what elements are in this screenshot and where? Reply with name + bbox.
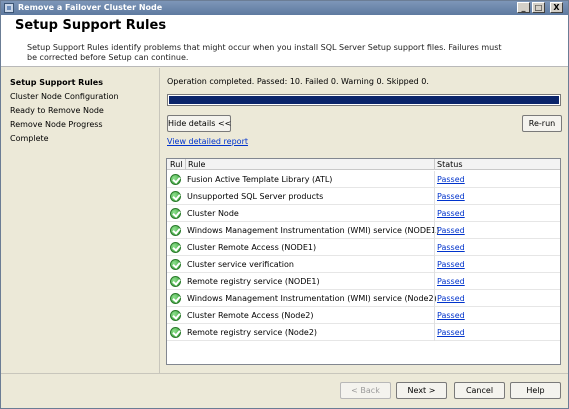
table-row[interactable]: Cluster Remote Access (NODE1) Passed [167, 239, 560, 256]
rerun-button[interactable]: Re-run [522, 115, 562, 132]
next-button[interactable]: Next > [396, 382, 447, 399]
rule-status-link[interactable]: Passed [437, 294, 465, 303]
rule-status-link[interactable]: Passed [437, 328, 465, 337]
window-title: Remove a Failover Cluster Node [18, 3, 163, 12]
back-button[interactable]: < Back [340, 382, 391, 399]
nav-item-complete[interactable]: Complete [10, 134, 49, 143]
column-header-status[interactable]: Status [437, 160, 463, 169]
progress-fill [169, 96, 559, 104]
nav-item-ready-to-remove-node[interactable]: Ready to Remove Node [10, 106, 104, 115]
cancel-button[interactable]: Cancel [454, 382, 505, 399]
table-row[interactable]: Remote registry service (NODE1) Passed [167, 273, 560, 290]
check-passed-icon [170, 276, 181, 287]
progress-bar [167, 94, 561, 106]
table-row[interactable]: Cluster Remote Access (Node2) Passed [167, 307, 560, 324]
check-passed-icon [170, 208, 181, 219]
title-bar: Remove a Failover Cluster Node _ □ X [1, 1, 568, 15]
rule-name: Windows Management Instrumentation (WMI)… [187, 226, 440, 235]
nav-item-setup-support-rules[interactable]: Setup Support Rules [10, 78, 103, 87]
table-row[interactable]: Cluster service verification Passed [167, 256, 560, 273]
check-passed-icon [170, 259, 181, 270]
table-row[interactable]: Windows Management Instrumentation (WMI)… [167, 222, 560, 239]
rule-status-link[interactable]: Passed [437, 260, 465, 269]
table-row[interactable]: Remote registry service (Node2) Passed [167, 324, 560, 341]
maximize-button[interactable]: □ [532, 2, 545, 13]
page-header: Setup Support Rules Setup Support Rules … [1, 15, 568, 67]
rule-status-link[interactable]: Passed [437, 243, 465, 252]
check-passed-icon [170, 174, 181, 185]
minimize-button[interactable]: _ [517, 2, 530, 13]
rule-name: Fusion Active Template Library (ATL) [187, 175, 333, 184]
close-button[interactable]: X [550, 2, 563, 13]
rule-status-link[interactable]: Passed [437, 226, 465, 235]
table-row[interactable]: Unsupported SQL Server products Passed [167, 188, 560, 205]
setup-window: Remove a Failover Cluster Node _ □ X Set… [0, 0, 569, 409]
rule-status-link[interactable]: Passed [437, 311, 465, 320]
operation-status: Operation completed. Passed: 10. Failed … [167, 77, 429, 86]
app-icon [4, 3, 14, 13]
check-passed-icon [170, 293, 181, 304]
rule-name: Unsupported SQL Server products [187, 192, 324, 201]
rule-name: Cluster service verification [187, 260, 294, 269]
wizard-footer: < Back Next > Cancel Help [1, 373, 568, 408]
nav-item-cluster-node-configuration[interactable]: Cluster Node Configuration [10, 92, 119, 101]
rule-status-link[interactable]: Passed [437, 192, 465, 201]
page-title: Setup Support Rules [15, 18, 167, 33]
page-description: Setup Support Rules identify problems th… [27, 43, 502, 62]
main-panel: Operation completed. Passed: 10. Failed … [161, 68, 568, 373]
rule-name: Cluster Remote Access (NODE1) [187, 243, 317, 252]
rule-status-link[interactable]: Passed [437, 277, 465, 286]
rule-status-link[interactable]: Passed [437, 209, 465, 218]
check-passed-icon [170, 242, 181, 253]
step-navigation: Setup Support Rules Cluster Node Configu… [1, 68, 160, 373]
check-passed-icon [170, 191, 181, 202]
help-button[interactable]: Help [510, 382, 561, 399]
table-row[interactable]: Cluster Node Passed [167, 205, 560, 222]
table-row[interactable]: Windows Management Instrumentation (WMI)… [167, 290, 560, 307]
hide-details-button[interactable]: Hide details << [167, 115, 231, 132]
column-header-rule[interactable]: Rule [188, 160, 205, 169]
column-header-result[interactable]: Rul [170, 160, 183, 169]
table-header: Rul Rule Status [167, 159, 560, 170]
nav-item-remove-node-progress[interactable]: Remove Node Progress [10, 120, 103, 129]
rule-name: Cluster Node [187, 209, 239, 218]
rule-status-link[interactable]: Passed [437, 175, 465, 184]
rule-name: Windows Management Instrumentation (WMI)… [187, 294, 437, 303]
check-passed-icon [170, 327, 181, 338]
table-row[interactable]: Fusion Active Template Library (ATL) Pass… [167, 171, 560, 188]
view-detailed-report-link[interactable]: View detailed report [167, 137, 248, 146]
check-passed-icon [170, 225, 181, 236]
check-passed-icon [170, 310, 181, 321]
rule-name: Cluster Remote Access (Node2) [187, 311, 314, 320]
rule-name: Remote registry service (Node2) [187, 328, 318, 337]
rule-name: Remote registry service (NODE1) [187, 277, 320, 286]
rules-table: Rul Rule Status Fusion Active Template L… [166, 158, 561, 365]
